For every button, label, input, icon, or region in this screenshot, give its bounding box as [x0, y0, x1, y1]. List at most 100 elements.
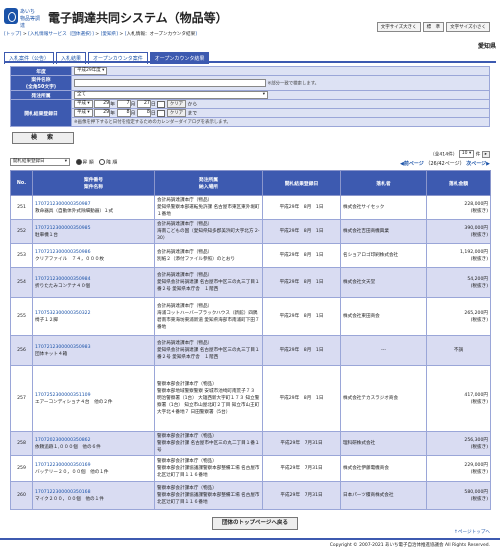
name-input[interactable]: [74, 79, 266, 87]
col-date: 開札結果登録日: [262, 170, 341, 196]
desc-radio[interactable]: [99, 159, 106, 165]
row-no: 254: [10, 267, 33, 298]
from-era-select[interactable]: 平成 ▾: [74, 100, 93, 108]
col-winner: 落札者: [340, 170, 427, 196]
case-number[interactable]: 1707122300000350169: [35, 463, 91, 468]
case-name-link[interactable]: 椅子１２脚: [35, 318, 58, 323]
table-row: 252 1707212300000350985 駐車機１台 会計局調達課本庁（物品） 海…: [10, 219, 491, 244]
row-date: 平成29年 8月 1日: [262, 297, 341, 336]
row-winner: 株式会社伊藤電機商会: [340, 455, 427, 482]
amount-value: 228,000円: [464, 201, 488, 207]
prev-page-link[interactable]: ◀前ページ: [400, 161, 424, 167]
row-orderer: 警察本部会計課本庁（物品） 警察本部地域警察警察 安城市池崎町南荒子７３ 明治警察…: [154, 365, 263, 432]
from-day-input[interactable]: 27: [136, 100, 151, 108]
case-name-link[interactable]: 団体キット４箱: [35, 352, 67, 357]
row-case: 1707212300000350985 駐車機１台: [32, 219, 155, 244]
row-amount: 1,192,000円 (税抜き): [426, 243, 491, 268]
page-top-link[interactable]: ↑ページトップへ: [454, 529, 490, 535]
case-name-link[interactable]: バッテリー２０，００個 他の１件: [35, 470, 109, 475]
row-date: 平成29年 8月 1日: [262, 365, 341, 432]
row-date: 平成29年 8月 1日: [262, 195, 341, 220]
case-name-link[interactable]: 折りたたみコンテナ４０個: [35, 284, 90, 289]
font-standard-button[interactable]: 標 準: [422, 22, 445, 32]
from-year-input[interactable]: 29: [94, 100, 111, 108]
table-row: 257 1707252300000351109 エアーコンディショナ４台 他の２件 警…: [10, 365, 491, 432]
case-number[interactable]: 1707252300000351109: [35, 393, 91, 398]
case-name-link[interactable]: エアーコンディショナ４台 他の２件: [35, 400, 113, 405]
case-name-link[interactable]: 駐車機１台: [35, 233, 58, 238]
page-size-select[interactable]: 10 ▾: [458, 150, 475, 158]
table-row: 256 1707212300000350983 団体キット４箱 会計局調達課本庁（物品…: [10, 335, 491, 366]
delivery-place: 警察本部会計課協議課警察本部整備工場 名古屋市北区辻町了目１１６番地: [157, 466, 260, 478]
font-small-button[interactable]: 文字サイズ小さく: [446, 22, 490, 32]
breadcrumb-top[interactable]: トップ: [6, 32, 20, 37]
calendar-note: ※画像を押下すると日付を指定するためのカレンダーダイアログを表示します。: [74, 120, 231, 125]
case-number[interactable]: 1707212300000350985: [35, 226, 91, 231]
tax-note: (税抜き): [470, 399, 488, 405]
to-clear-button[interactable]: クリア: [166, 109, 186, 117]
case-number[interactable]: 1707212300000350987: [35, 202, 91, 207]
to-month-input[interactable]: 8: [116, 109, 131, 117]
breadcrumb-org[interactable]: 愛知県: [102, 32, 116, 37]
case-number[interactable]: 1707212300000350983: [35, 345, 91, 350]
name-note: ※部分一致で検索します。: [267, 81, 320, 87]
tax-note: (税抜き): [470, 469, 488, 475]
calendar-icon[interactable]: [157, 100, 166, 108]
asc-radio[interactable]: [75, 159, 82, 165]
row-winner: 株式会社テカスラジオ商会: [340, 365, 427, 432]
row-winner: 株式会社吉田商機興業: [340, 219, 427, 244]
case-number[interactable]: 1707212300000350984: [35, 277, 91, 282]
font-size-controls: 文字サイズ大きく 標 準 文字サイズ小さく: [376, 22, 490, 32]
page-indicator: （26/42ページ）: [425, 161, 465, 167]
case-name-link[interactable]: マイク２００，００個 他の１件: [35, 497, 104, 502]
delivery-place: 警察本部地域警察警察 安城市池崎町南荒子７３ 明治警察署（1台） 大雄西新大字町…: [157, 389, 260, 415]
calendar-icon[interactable]: [157, 109, 166, 117]
row-date: 平成29年 7月31日: [262, 431, 341, 456]
orderer-name: 警察本部会計課本庁（物品）: [157, 459, 217, 464]
row-case: 1707212300000350984 折りたたみコンテナ４０個: [32, 267, 155, 298]
amount-value: 256,300円: [464, 437, 488, 443]
sort-controls: 開札結果登録日 ▾ 昇 順 降 順: [10, 158, 117, 166]
site-logo[interactable]: あいち 物品等調達: [4, 6, 44, 29]
row-no: 259: [10, 455, 33, 482]
font-large-button[interactable]: 文字サイズ大きく: [376, 22, 421, 32]
page-size-go-button[interactable]: ▸: [481, 150, 490, 158]
from-month-input[interactable]: 7: [116, 100, 131, 108]
to-year-input[interactable]: 29: [94, 109, 111, 117]
orderer-select[interactable]: 全て ▾: [74, 91, 268, 99]
case-number[interactable]: 1707532300000350322: [35, 311, 91, 316]
date-label: 開札結果登録日: [10, 99, 72, 127]
next-page-link[interactable]: 次ページ▶: [466, 161, 490, 167]
row-no: 251: [10, 195, 33, 220]
case-number[interactable]: 1707202300000350862: [35, 438, 91, 443]
sort-select[interactable]: 開札結果登録日 ▾: [10, 158, 70, 166]
row-orderer: 会計局調達課本庁（物品） 別紙２（添付ファイル参照）のとおり: [154, 243, 263, 268]
row-winner: 名ショアロゴ印刷株式会社: [340, 243, 427, 268]
tax-note: (税抜き): [470, 317, 488, 323]
name-label: 案件名称 (全角50文字): [10, 75, 72, 91]
to-day-input[interactable]: 8: [136, 109, 151, 117]
tax-note: (税抜き): [470, 208, 488, 214]
case-number[interactable]: 1707122300000350168: [35, 490, 91, 495]
case-number[interactable]: 1707212300000350986: [35, 250, 91, 255]
case-name-link[interactable]: クリアファイル ７４，０００枚: [35, 257, 104, 262]
col-orderer: 発注所属 納入場所: [154, 170, 263, 196]
back-to-org-top-button[interactable]: 団体のトップページへ戻る: [212, 517, 298, 530]
case-name-link[interactable]: 依頼追跡１,０００個 他の６件: [35, 445, 101, 450]
breadcrumb: [トップ] > [入札情報サービス（団体選択）] > [愛知県] > [入札情報…: [4, 32, 197, 37]
year-select[interactable]: 平成29年度 ▾: [74, 67, 108, 75]
row-date: 平成29年 8月 1日: [262, 267, 341, 298]
from-clear-button[interactable]: クリア: [166, 100, 186, 108]
row-no: 255: [10, 297, 33, 336]
search-button[interactable]: 検 索: [12, 132, 74, 144]
breadcrumb-org-select[interactable]: 入札情報サービス（団体選択）: [30, 32, 92, 37]
orderer-name: 警察本部会計課本庁（物品）: [157, 382, 217, 387]
row-case: 1707212300000350987 救命器具（自動体外式除細動器）１式: [32, 195, 155, 220]
row-winner: 株式会社サイセック: [340, 195, 427, 220]
table-row: 253 1707212300000350986 クリアファイル ７４，０００枚 会計局…: [10, 243, 491, 268]
orderer-name: 会計局調達課本庁（物品）: [157, 273, 213, 278]
amount-value: 265,200円: [464, 310, 488, 316]
to-era-select[interactable]: 平成 ▾: [74, 109, 93, 117]
pager-summary: （全414件） 10 ▾ 件 ▸: [430, 150, 490, 158]
case-name-link[interactable]: 救命器具（自動体外式除細動器）１式: [35, 209, 113, 214]
